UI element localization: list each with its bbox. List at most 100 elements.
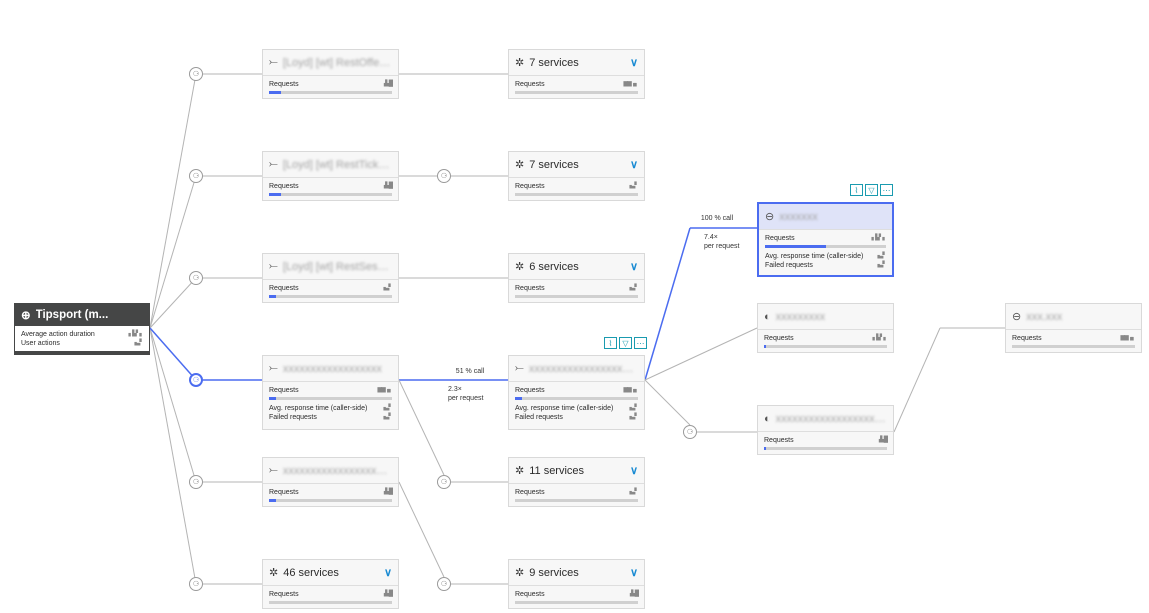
sparkline-icon: ▖▙▘▖	[871, 235, 888, 241]
chevron-down-icon[interactable]: ∨	[630, 566, 638, 579]
services-group-node[interactable]: ✲ 7 services ∨ Requests ▗▃▘	[508, 151, 645, 201]
chart-action-icon[interactable]: ⌇	[604, 337, 617, 349]
service-name: [Loyd] [wt] RestTicketBuild...	[282, 158, 392, 171]
requests-bar-fill	[515, 397, 523, 400]
hub-icon[interactable]: ⚆	[437, 577, 451, 591]
sparkline-icon: ▆▆▗▖	[623, 387, 640, 393]
sparkline-icon: ▗▃▘	[627, 183, 639, 189]
database-node[interactable]: ◐ xxxxxxxxx Requests ▖▙▘▖	[757, 303, 894, 353]
requests-bar	[515, 193, 638, 196]
service-node[interactable]: ⤚ xxxxxxxxxxxxxxxxxx Requests ▆▆▗▖ Avg. re…	[262, 355, 399, 430]
more-icon[interactable]: ⋯	[880, 184, 893, 196]
requests-bar-fill	[269, 193, 282, 196]
requests-bar	[269, 499, 392, 502]
requests-label: Requests	[269, 285, 299, 292]
services-group-node[interactable]: ✲ 9 services ∨ Requests ▗▙█	[508, 559, 645, 609]
avg-response-time-label: Avg. response time (caller-side)	[515, 405, 614, 412]
hub-icon[interactable]: ⚆	[189, 169, 203, 183]
requests-label: Requests	[1012, 335, 1042, 342]
sparkline-icon: ▖▙▘▖	[128, 331, 145, 337]
chevron-down-icon[interactable]: ∨	[384, 566, 392, 579]
sparkline-icon: ▗▃▘	[132, 340, 144, 346]
hub-icon[interactable]: ⚆	[437, 475, 451, 489]
more-icon[interactable]: ⋯	[634, 337, 647, 349]
requests-label: Requests	[515, 387, 545, 394]
service-name: [Loyd] [wt] RestOfferApi	[282, 56, 392, 69]
application-node[interactable]: ⊕ Tipsport (m... Average action duration ▖…	[14, 303, 150, 355]
hub-icon[interactable]: ⚆	[683, 425, 697, 439]
chevron-down-icon[interactable]: ∨	[630, 464, 638, 477]
services-icon: ✲	[515, 465, 525, 477]
services-group-node[interactable]: ✲ 7 services ∨ Requests ▆▆▗▖	[508, 49, 645, 99]
hub-icon[interactable]: ⚆	[189, 577, 203, 591]
sparkline-icon: ▗▃▘	[875, 253, 887, 259]
requests-bar	[269, 601, 392, 604]
service-node[interactable]: ⤚ [Loyd] [wt] RestTicketBuild... Requests…	[262, 151, 399, 201]
requests-label: Requests	[269, 591, 299, 598]
call-per-request: per request	[448, 395, 484, 402]
service-icon: ⤚	[269, 158, 278, 170]
service-node[interactable]: ⤚ xxxxxxxxxxxxxxxxxxxxx Requests ▗▙█	[262, 457, 399, 507]
database-node-selected[interactable]: ⊖ xxxxxxx Requests ▖▙▘▖ Avg. response time…	[757, 202, 894, 277]
chevron-down-icon[interactable]: ∨	[630, 158, 638, 171]
service-icon: ⤚	[269, 56, 278, 68]
hub-icon[interactable]: ⚆	[189, 475, 203, 489]
call-edge	[149, 277, 197, 329]
filter-icon[interactable]: ▽	[619, 337, 632, 349]
requests-bar-fill	[269, 499, 277, 502]
call-edge	[149, 327, 197, 585]
hub-icon[interactable]: ⚆	[189, 67, 203, 81]
hub-icon[interactable]: ⚆	[189, 271, 203, 285]
service-node[interactable]: ⤚ [Loyd] [wt] RestOfferApi Requests ▗▙█	[262, 49, 399, 99]
globe-icon: ⊕	[21, 310, 31, 322]
call-rate: 7.4×	[704, 234, 718, 241]
service-actions: ⌇ ▽ ⋯	[604, 337, 647, 349]
requests-bar	[269, 397, 392, 400]
sparkline-icon: ▗▃▘	[627, 405, 639, 411]
call-percent: 51 % call	[455, 368, 485, 375]
service-node[interactable]: ⤚ [Loyd] [wt] RestSessApi Requests ▗▃▘	[262, 253, 399, 303]
application-title: Tipsport (m...	[35, 309, 109, 321]
failed-requests-label: Failed requests	[515, 414, 563, 421]
services-group-node[interactable]: ✲ 11 services ∨ Requests ▗▃▘	[508, 457, 645, 507]
services-group-node[interactable]: ✲ 46 services ∨ Requests ▗▙█	[262, 559, 399, 609]
sparkline-icon: ▗▃▘	[875, 262, 887, 268]
chevron-down-icon[interactable]: ∨	[630, 260, 638, 273]
service-node[interactable]: ⤚ xxxxxxxxxxxxxxxxxxxxxxx Requests ▆▆▗▖ Av…	[508, 355, 645, 430]
services-icon: ✲	[515, 261, 525, 273]
requests-bar	[269, 91, 392, 94]
requests-bar	[515, 295, 638, 298]
sparkline-icon: ▗▙█	[627, 591, 640, 597]
requests-label: Requests	[269, 387, 299, 394]
service-name: xxxxxxxxxxxxxxxxxxxxxxx	[528, 362, 638, 375]
services-group-node[interactable]: ✲ 6 services ∨ Requests ▗▃▘	[508, 253, 645, 303]
chart-action-icon[interactable]: ⌇	[850, 184, 863, 196]
requests-bar-fill	[765, 245, 826, 248]
sparkline-icon: ▆▆▗▖	[1120, 335, 1137, 341]
services-icon: ✲	[515, 159, 525, 171]
call-edge	[149, 73, 197, 329]
database-node[interactable]: ◐ xxxxxxxxxxxxxxxxxxxxxxxx Requests ▗▙█	[757, 405, 894, 455]
services-count: 46 services	[283, 566, 339, 579]
call-label: 100 % call	[692, 214, 742, 223]
filter-icon[interactable]: ▽	[865, 184, 878, 196]
sparkline-icon: ▖▙▘▖	[872, 335, 889, 341]
database-icon: ◐	[764, 310, 771, 323]
database-icon: ◐	[764, 412, 771, 425]
services-count: 9 services	[529, 566, 579, 579]
call-edge	[398, 481, 445, 578]
requests-label: Requests	[765, 235, 795, 242]
requests-label: Requests	[515, 489, 545, 496]
requests-label: Requests	[764, 335, 794, 342]
requests-label: Requests	[515, 285, 545, 292]
requests-bar	[515, 499, 638, 502]
database-node[interactable]: ⊖ xxx.xxx Requests ▆▆▗▖	[1005, 303, 1142, 353]
chevron-down-icon[interactable]: ∨	[630, 56, 638, 69]
call-edge	[644, 327, 758, 381]
hub-icon[interactable]: ⚆	[437, 169, 451, 183]
hub-icon-active[interactable]: ⚆	[189, 373, 203, 387]
requests-bar	[764, 447, 887, 450]
call-edge	[398, 379, 445, 476]
sparkline-icon: ▗▃▘	[381, 285, 393, 291]
service-name: [Loyd] [wt] RestSessApi	[282, 260, 392, 273]
